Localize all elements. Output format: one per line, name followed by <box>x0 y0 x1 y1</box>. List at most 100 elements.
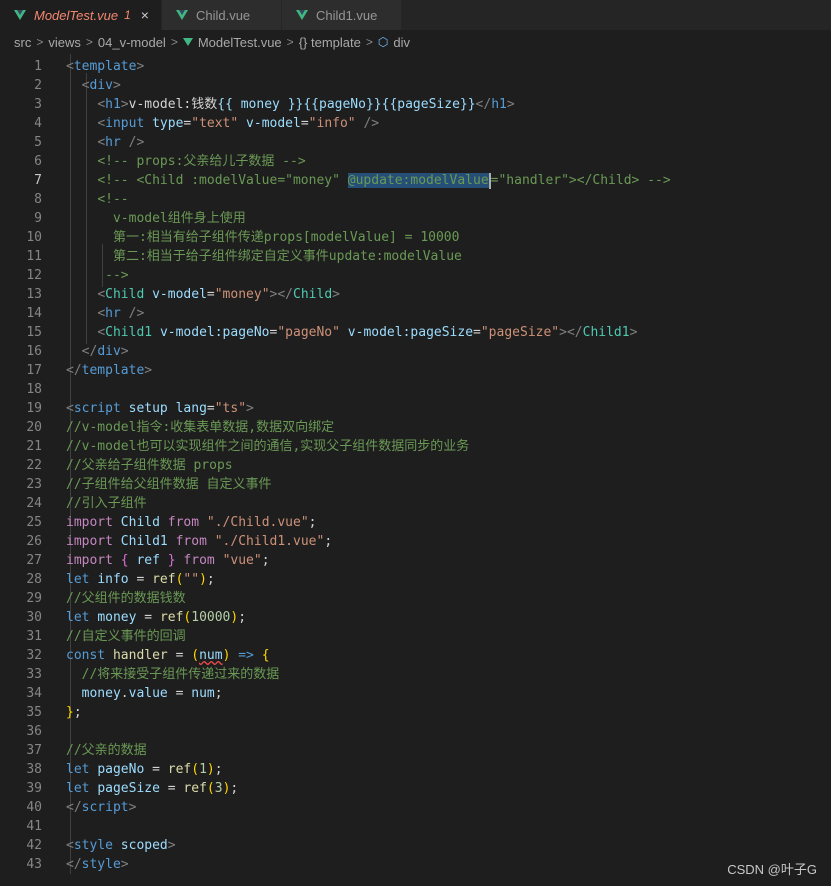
js-comment: //父亲的数据 <box>66 743 147 758</box>
line-number: 19 <box>26 401 42 416</box>
js-comment: //父亲给子组件数据 props <box>66 458 233 473</box>
code-line: 16 </div> <box>0 342 831 361</box>
html-comment: --> <box>105 268 129 283</box>
code-line: 2 <div> <box>0 76 831 95</box>
tab-bar: ModelTest.vue 1 × Child.vue Child1.vue <box>0 0 831 30</box>
line-number: 18 <box>26 382 42 397</box>
code-line: 17 </template> <box>0 361 831 380</box>
line-number: 28 <box>26 572 42 587</box>
code-line: 25 import Child from "./Child.vue"; <box>0 513 831 532</box>
js-comment: //引入子组件 <box>66 496 147 511</box>
html-comment: ="handler"></Child> --> <box>490 173 671 188</box>
code-line: 11 第二:相当于给子组件绑定自定义事件update:modelValue <box>0 247 831 266</box>
tab-modeltest[interactable]: ModelTest.vue 1 × <box>0 0 162 30</box>
line-number: 26 <box>26 534 42 549</box>
line-number: 5 <box>34 135 42 150</box>
code-line: 5 <hr /> <box>0 133 831 152</box>
line-number: 4 <box>34 116 42 131</box>
tab-label: ModelTest.vue <box>34 7 119 23</box>
tab-child1[interactable]: Child1.vue <box>281 0 402 30</box>
code-line-current: 7 <!-- <Child :modelValue="money" @updat… <box>0 171 831 190</box>
js-comment: //将来接受子组件传递过来的数据 <box>81 667 280 682</box>
breadcrumb: src > views > 04_v-model > ModelTest.vue… <box>0 30 831 54</box>
mustache-pagesize: {{pageSize}} <box>381 97 476 112</box>
line-number: 35 <box>26 705 42 720</box>
code-editor[interactable]: 1 <template> 2 <div> 3 <h1>v-model:钱数{{ m… <box>0 54 831 874</box>
code-line: 19 <script setup lang="ts"> <box>0 399 831 418</box>
code-line: 42 <style scoped> <box>0 836 831 855</box>
html-comment: <!-- <Child :modelValue="money" <box>97 173 348 188</box>
breadcrumb-item[interactable]: views <box>48 35 81 50</box>
line-number: 13 <box>26 287 42 302</box>
chevron-right-icon: > <box>286 35 294 49</box>
vue-file-icon <box>295 10 308 20</box>
line-number: 40 <box>26 800 42 815</box>
line-number: 30 <box>26 610 42 625</box>
mustache-pageno: {{pageNo}} <box>303 97 382 112</box>
code-line: 26 import Child1 from "./Child1.vue"; <box>0 532 831 551</box>
line-number: 11 <box>26 249 42 264</box>
line-number: 29 <box>26 591 42 606</box>
line-number: 32 <box>26 648 42 663</box>
code-line: 20 //v-model指令:收集表单数据,数据双向绑定 <box>0 418 831 437</box>
chevron-right-icon: > <box>170 35 178 49</box>
chevron-right-icon: > <box>36 35 44 49</box>
code-line: 1 <template> <box>0 57 831 76</box>
code-line: 31 //自定义事件的回调 <box>0 627 831 646</box>
line-number: 43 <box>26 857 42 872</box>
vue-file-icon <box>182 38 193 46</box>
code-line: 14 <hr /> <box>0 304 831 323</box>
tab-child[interactable]: Child.vue <box>161 0 282 30</box>
line-number: 16 <box>26 344 42 359</box>
line-number: 39 <box>26 781 42 796</box>
code-line: 35}; <box>0 703 831 722</box>
tab-label: Child.vue <box>195 7 251 23</box>
breadcrumb-item[interactable]: {} template <box>299 35 361 50</box>
code-line: 13 <Child v-model="money"></Child> <box>0 285 831 304</box>
line-number: 33 <box>26 667 42 682</box>
breadcrumb-item[interactable]: src <box>14 35 31 50</box>
line-number: 14 <box>26 306 42 321</box>
code-line: 3 <h1>v-model:钱数{{ money }}{{pageNo}}{{p… <box>0 95 831 114</box>
breadcrumb-item[interactable]: 04_v-model <box>98 35 166 50</box>
mustache-money: {{ money }} <box>217 97 304 112</box>
js-comment: //父组件的数据钱数 <box>66 591 186 606</box>
vue-file-icon <box>14 10 26 20</box>
line-number: 31 <box>26 629 42 644</box>
close-icon[interactable]: × <box>141 7 149 23</box>
problem-count-badge: 1 <box>124 8 131 22</box>
watermark: CSDN @叶子G <box>727 862 817 877</box>
line-number: 8 <box>34 192 42 207</box>
breadcrumb-item[interactable]: ModelTest.vue <box>198 35 282 50</box>
line-number: 38 <box>26 762 42 777</box>
html-comment: 第二:相当于给子组件绑定自定义事件update:modelValue <box>112 249 462 264</box>
line-number: 3 <box>34 97 42 112</box>
line-number: 1 <box>34 59 42 74</box>
breadcrumb-item[interactable]: div <box>393 35 410 50</box>
html-comment: <!-- props:父亲给儿子数据 --> <box>97 154 306 169</box>
line-number: 12 <box>26 268 42 283</box>
code-line: 10 第一:相当有给子组件传递props[modelValue] = 10000 <box>0 228 831 247</box>
code-line: 32 const handler = (num) => { <box>0 646 831 665</box>
code-line: 22 //父亲给子组件数据 props <box>0 456 831 475</box>
line-number: 23 <box>26 477 42 492</box>
code-line: 37 //父亲的数据 <box>0 741 831 760</box>
line-number: 24 <box>26 496 42 511</box>
line-number: 2 <box>34 78 42 93</box>
code-line: 18 <box>0 380 831 399</box>
code-line: 6 <!-- props:父亲给儿子数据 --> <box>0 152 831 171</box>
code-line: 41 <box>0 817 831 836</box>
code-line: 38 let pageNo = ref(1); <box>0 760 831 779</box>
code-line: 36 <box>0 722 831 741</box>
code-line: 15 <Child1 v-model:pageNo="pageNo" v-mod… <box>0 323 831 342</box>
line-number: 22 <box>26 458 42 473</box>
line-number: 15 <box>26 325 42 340</box>
code-line: 23 //子组件给父组件数据 自定义事件 <box>0 475 831 494</box>
line-number: 6 <box>34 154 42 169</box>
line-number: 37 <box>26 743 42 758</box>
code-line: 9 v-model组件身上使用 <box>0 209 831 228</box>
html-comment: v-model组件身上使用 <box>112 211 246 226</box>
tab-label: Child1.vue <box>315 7 378 23</box>
cube-icon: ⬡ <box>377 35 389 49</box>
line-number: 25 <box>26 515 42 530</box>
